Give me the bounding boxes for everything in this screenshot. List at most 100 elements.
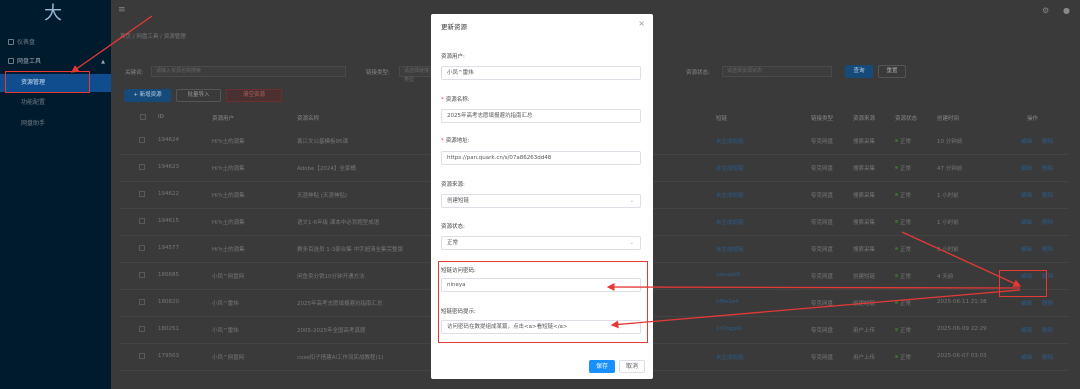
select-all-checkbox[interactable] (140, 114, 146, 120)
name-field[interactable]: 2025年高考志愿填报避坑指南汇总 (441, 109, 641, 123)
delete-button[interactable]: 删除 (1042, 164, 1053, 172)
batch-import-button[interactable]: 批量导入 (176, 89, 221, 102)
cell-status: 正常 (895, 272, 911, 280)
clear-resources-button[interactable]: 清空资源 (226, 89, 282, 102)
status-dot-icon (895, 247, 898, 250)
cell-id: 194615 (158, 218, 179, 224)
delete-button[interactable]: 删除 (1042, 191, 1053, 199)
cell-time: 1 小时前 (937, 191, 959, 199)
search-button[interactable]: 查询 (845, 65, 873, 78)
cell-name: coze扣子搭建AI工作流实战教程(1) (297, 353, 383, 361)
edit-button[interactable]: 编辑 (1021, 164, 1032, 172)
cell-short[interactable]: 未生成短链 (716, 191, 744, 199)
row-checkbox[interactable] (139, 326, 145, 332)
cell-status-text: 正常 (900, 328, 912, 334)
sidebar-item-pan-assistant[interactable]: 网盘助手 (0, 115, 111, 133)
hint-field[interactable]: 访问密码在数提组成某篇，点击<a>看短链</a> (441, 320, 641, 334)
cell-short[interactable]: 1d7oga6l (716, 326, 742, 332)
cell-short-text: ooxupbB (716, 272, 741, 278)
cell-user-text: Hi'h土的源集 (212, 139, 245, 145)
keyword-input[interactable]: 请输入资源名称搜索 (151, 66, 346, 77)
cell-short[interactable]: 未生成短链 (716, 137, 744, 145)
delete-button[interactable]: 删除 (1042, 245, 1053, 253)
cell-name-text: 天涯神贴 (天涯神贴) (297, 193, 348, 199)
row-checkbox[interactable] (139, 137, 145, 143)
delete-button[interactable]: 删除 (1042, 353, 1053, 361)
link-type-select[interactable]: 请选择链接类型 (399, 66, 431, 83)
cell-status-text: 正常 (900, 355, 912, 361)
cell-short[interactable]: 未生成短链 (716, 164, 744, 172)
cell-source-text: 用户上传 (853, 355, 876, 361)
cell-status-text: 正常 (900, 247, 912, 253)
save-button[interactable]: 保存 (589, 360, 615, 373)
sidebar-item-dashboard[interactable]: 仪表盘 (0, 34, 111, 52)
edit-button[interactable]: 编辑 (1021, 137, 1032, 145)
cell-source-text: 搜索采集 (853, 166, 876, 172)
cell-time-text: 47 分钟前 (937, 166, 963, 172)
chevron-up-icon: ▲ (101, 59, 105, 65)
cell-short[interactable]: 未生成短链 (716, 353, 744, 361)
row-checkbox[interactable] (139, 191, 145, 197)
cell-type: 夸克网盘 (811, 218, 833, 226)
edit-button[interactable]: 编辑 (1021, 353, 1032, 361)
user-field[interactable]: 小凤^雷炜 (441, 66, 641, 80)
row-checkbox[interactable] (139, 299, 145, 305)
cell-short[interactable]: nf8e1e6 (716, 299, 739, 305)
edit-button[interactable]: 编辑 (1021, 218, 1032, 226)
cell-user: Hi'h土的源集 (212, 191, 245, 199)
source-field-label: 资源来源: (441, 182, 465, 188)
delete-button[interactable]: 删除 (1042, 137, 1053, 145)
cell-name-text: 赛多百选员 1-3部合集 中字超清全集完整版 (297, 247, 403, 253)
cell-source: 用户上传 (853, 326, 875, 334)
delete-button[interactable]: 删除 (1042, 299, 1053, 307)
status-dot-icon (895, 328, 898, 331)
settings-icon[interactable]: ⚙ (1042, 6, 1049, 15)
cell-user-text: Hi'h土的源集 (212, 193, 245, 199)
cell-status-text: 正常 (900, 166, 912, 172)
edit-button[interactable]: 编辑 (1021, 245, 1032, 253)
source-select[interactable]: 创建短链 ⌄ (441, 194, 641, 208)
row-checkbox[interactable] (139, 218, 145, 224)
sidebar-item-feature-config[interactable]: 功能配置 (0, 94, 111, 112)
breadcrumb-tools[interactable]: 网盘工具 (136, 34, 158, 40)
menu-toggle-icon[interactable]: ≡ (118, 5, 126, 15)
add-resource-button[interactable]: + 新增资源 (124, 89, 171, 102)
cell-id-text: 179503 (158, 353, 179, 359)
cell-type-text: 夸克网盘 (811, 166, 834, 172)
cancel-button[interactable]: 取消 (619, 360, 645, 373)
status-select[interactable]: 请选择资源状态 (722, 66, 832, 77)
password-field[interactable]: nineya (441, 278, 641, 292)
sidebar-item-pan-tools[interactable]: 网盘工具 ▲ (0, 53, 111, 71)
cell-user: Hi'h土的源集 (212, 137, 245, 145)
cell-name-text: 袁江文公基模板95课 (297, 139, 348, 145)
row-checkbox[interactable] (139, 272, 145, 278)
edit-button[interactable]: 编辑 (1021, 326, 1032, 334)
edit-button[interactable]: 编辑 (1021, 191, 1032, 199)
cell-name-text: 语文1-6年级 课本中必背题型成语 (297, 220, 380, 226)
cell-short[interactable]: 未生成短链 (716, 245, 744, 253)
cell-source-text: 搜索采集 (853, 220, 876, 226)
reset-button[interactable]: 重置 (878, 65, 906, 78)
row-checkbox[interactable] (139, 353, 145, 359)
cell-short[interactable]: 未生成短链 (716, 218, 744, 226)
status-select-dialog[interactable]: 正常 ⌄ (441, 236, 641, 250)
delete-button[interactable]: 删除 (1042, 326, 1053, 334)
edit-button[interactable]: 编辑 (1021, 299, 1032, 307)
cell-source-text: 搜索采集 (853, 139, 876, 145)
user-avatar-icon[interactable]: ● (1063, 6, 1070, 15)
cell-time: 1 小时前 (937, 218, 959, 226)
close-icon[interactable]: × (638, 19, 645, 28)
row-checkbox[interactable] (139, 164, 145, 170)
cell-name: Adobe【2024】全家桶 (297, 164, 356, 172)
cell-type: 夸克网盘 (811, 245, 833, 253)
link-type-label: 链接类型: (366, 70, 390, 76)
cell-type: 夸克网盘 (811, 191, 833, 199)
cell-time-text: 2025-06-11 21:38 (937, 299, 987, 305)
delete-button[interactable]: 删除 (1042, 218, 1053, 226)
cell-user-text: 小凤^雷炜 (212, 301, 239, 307)
url-field[interactable]: https://pan.quark.cn/s/07a86263dd48 (441, 151, 641, 165)
update-resource-dialog: 更新资源 × 资源用户: 小凤^雷炜 * 资源名称: 2025年高考志愿填报避坑指… (431, 14, 653, 379)
cell-short[interactable]: ooxupbB (716, 272, 740, 278)
row-checkbox[interactable] (139, 245, 145, 251)
breadcrumb-home[interactable]: 首页 (120, 34, 131, 40)
